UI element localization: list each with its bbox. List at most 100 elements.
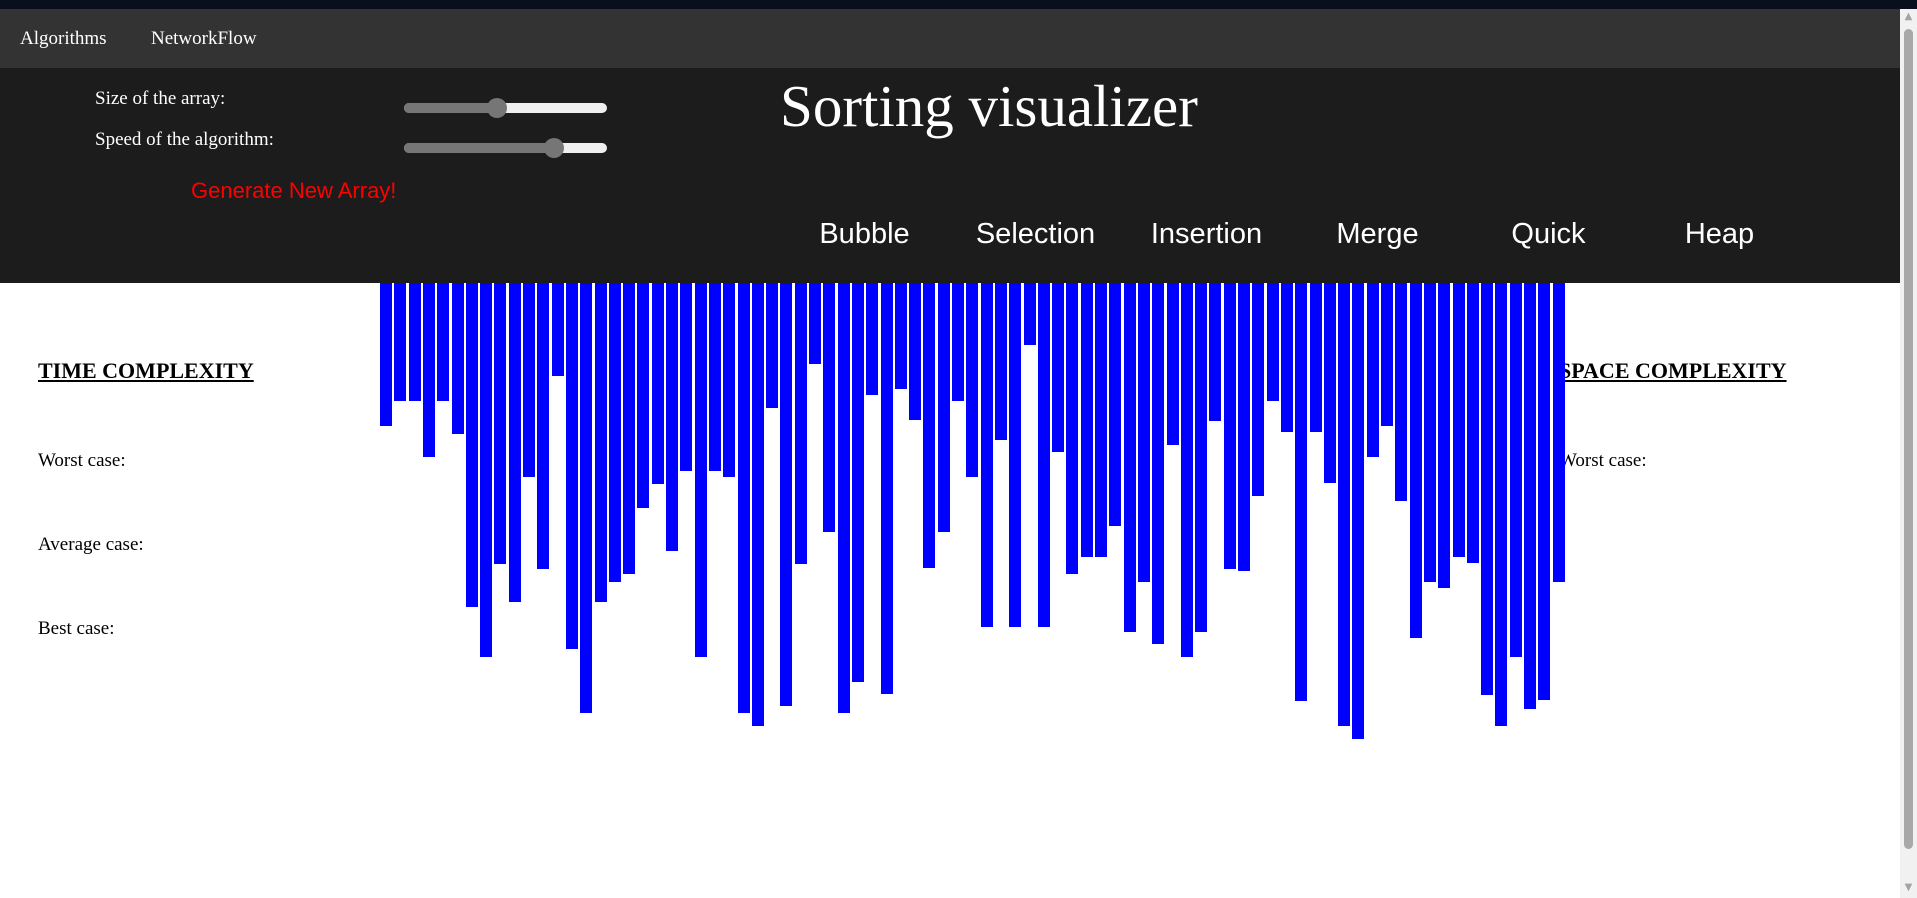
array-bar [1238, 283, 1250, 571]
array-bar [766, 283, 779, 408]
nav-algorithms-link[interactable]: Algorithms [20, 29, 107, 48]
speed-slider-thumb[interactable] [544, 138, 565, 158]
array-bar [751, 283, 764, 726]
array-bar [1438, 283, 1451, 588]
array-bar [422, 283, 435, 457]
array-bar [1338, 283, 1351, 726]
array-bar [1009, 283, 1022, 627]
vertical-scrollbar[interactable]: ▲ ▼ [1900, 9, 1917, 898]
scrollbar-thumb[interactable] [1904, 29, 1913, 849]
array-size-slider-thumb[interactable] [487, 98, 508, 118]
space-complexity-heading: SPACE COMPLEXITY [1559, 358, 1787, 383]
array-bar [723, 283, 736, 477]
array-bar [666, 283, 678, 551]
array-bar [1209, 283, 1222, 421]
array-bar [1481, 283, 1494, 695]
array-bar [866, 283, 879, 395]
array-bar [708, 283, 721, 471]
merge-sort-button[interactable]: Merge [1292, 220, 1463, 249]
array-bar [680, 283, 693, 471]
array-bar [1195, 283, 1208, 632]
array-bar [1066, 283, 1079, 574]
array-bar [623, 283, 636, 574]
quick-sort-button[interactable]: Quick [1463, 220, 1634, 249]
navbar: Algorithms NetworkFlow [0, 9, 1900, 68]
window-top-strip [0, 0, 1917, 9]
array-bar [1552, 283, 1565, 582]
speed-slider-fill [404, 143, 555, 153]
array-bar [1366, 283, 1379, 457]
array-bar [1538, 283, 1551, 700]
array-bar [1323, 283, 1336, 483]
array-bar [1152, 283, 1165, 644]
array-bar [651, 283, 664, 484]
page-title: Sorting visualizer [780, 73, 1198, 139]
array-bar [937, 283, 950, 532]
array-bar [523, 283, 535, 477]
array-bar [408, 283, 421, 401]
array-bar [1266, 283, 1279, 401]
array-bar [794, 283, 807, 564]
array-bar [837, 283, 850, 713]
array-bar [608, 283, 621, 582]
heap-sort-button[interactable]: Heap [1634, 220, 1805, 249]
array-bar [1352, 283, 1365, 739]
array-size-slider[interactable] [404, 98, 607, 118]
array-bar [551, 283, 564, 376]
array-bar [909, 283, 922, 420]
array-bar [1509, 283, 1522, 657]
array-size-label: Size of the array: [95, 88, 226, 109]
array-bar [1123, 283, 1136, 632]
time-worst-case-label: Worst case: [38, 450, 126, 471]
array-bar [637, 283, 650, 508]
array-bar [437, 283, 450, 401]
array-bar [952, 283, 964, 401]
array-bar [1295, 283, 1308, 701]
array-bar [580, 283, 593, 713]
space-worst-case-label: Worst case: [1559, 450, 1647, 471]
array-bar [1080, 283, 1093, 557]
array-bar [1166, 283, 1179, 445]
selection-sort-button[interactable]: Selection [950, 220, 1121, 249]
control-panel: Size of the array: Speed of the algorith… [0, 68, 1900, 283]
insertion-sort-button[interactable]: Insertion [1121, 220, 1292, 249]
array-bar [851, 283, 864, 682]
array-bar [780, 283, 793, 706]
array-bar [1180, 283, 1193, 657]
array-bar [1309, 283, 1322, 432]
array-bar [737, 283, 750, 713]
array-bar [923, 283, 936, 568]
array-bar [394, 283, 407, 401]
array-bar [1095, 283, 1107, 557]
scroll-down-arrow-icon[interactable]: ▼ [1900, 883, 1917, 893]
array-bar [380, 283, 392, 426]
array-bar [1037, 283, 1050, 627]
scroll-up-arrow-icon[interactable]: ▲ [1900, 12, 1917, 22]
array-bar [451, 283, 464, 434]
array-bar [1109, 283, 1122, 526]
array-bar [894, 283, 907, 389]
array-bar [1023, 283, 1036, 345]
array-bar [1381, 283, 1393, 426]
time-complexity-heading: TIME COMPLEXITY [38, 358, 254, 383]
array-bar [1223, 283, 1236, 569]
array-bar [1423, 283, 1436, 582]
array-bar [1252, 283, 1265, 496]
array-bar [823, 283, 836, 532]
nav-networkflow-link[interactable]: NetworkFlow [151, 29, 257, 48]
array-bar [1466, 283, 1479, 563]
array-bar [809, 283, 821, 364]
time-average-case-label: Average case: [38, 534, 144, 555]
array-bar [1137, 283, 1150, 582]
array-bar [594, 283, 607, 602]
time-best-case-label: Best case: [38, 618, 115, 639]
array-bar [1280, 283, 1293, 432]
array-bar [1052, 283, 1065, 452]
generate-new-array-button[interactable]: Generate New Array! [191, 180, 396, 202]
speed-slider[interactable] [404, 138, 607, 158]
array-bar [1409, 283, 1422, 638]
bubble-sort-button[interactable]: Bubble [779, 220, 950, 249]
array-bar [980, 283, 993, 627]
array-bar [966, 283, 979, 477]
array-bar [1395, 283, 1408, 501]
